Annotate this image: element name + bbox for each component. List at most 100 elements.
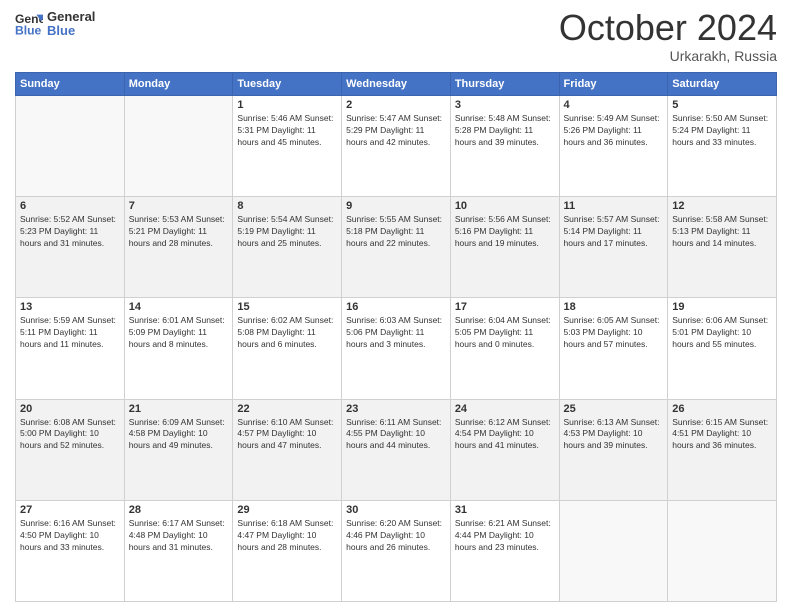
day-info: Sunrise: 6:17 AM Sunset: 4:48 PM Dayligh…: [129, 518, 229, 554]
table-row: 28 Sunrise: 6:17 AM Sunset: 4:48 PM Dayli…: [124, 500, 233, 601]
day-number: 20: [20, 403, 120, 415]
col-thursday: Thursday: [450, 73, 559, 96]
logo-general: General: [47, 10, 95, 24]
day-info: Sunrise: 6:10 AM Sunset: 4:57 PM Dayligh…: [237, 417, 337, 453]
day-info: Sunrise: 6:06 AM Sunset: 5:01 PM Dayligh…: [672, 315, 772, 351]
table-row: 25 Sunrise: 6:13 AM Sunset: 4:53 PM Dayli…: [559, 399, 668, 500]
table-row: 20 Sunrise: 6:08 AM Sunset: 5:00 PM Dayli…: [16, 399, 125, 500]
day-number: 29: [237, 504, 337, 516]
day-info: Sunrise: 6:13 AM Sunset: 4:53 PM Dayligh…: [564, 417, 664, 453]
day-info: Sunrise: 6:08 AM Sunset: 5:00 PM Dayligh…: [20, 417, 120, 453]
table-row: 30 Sunrise: 6:20 AM Sunset: 4:46 PM Dayli…: [342, 500, 451, 601]
calendar-week-row: 6Sunrise: 5:52 AM Sunset: 5:23 PM Daylig…: [16, 197, 777, 298]
table-row: 5 Sunrise: 5:50 AM Sunset: 5:24 PM Daylig…: [668, 96, 777, 197]
day-info: Sunrise: 5:48 AM Sunset: 5:28 PM Dayligh…: [455, 113, 555, 149]
title-block: October 2024 Urkarakh, Russia: [559, 10, 777, 64]
table-row: 21 Sunrise: 6:09 AM Sunset: 4:58 PM Dayli…: [124, 399, 233, 500]
calendar-header-row: Sunday Monday Tuesday Wednesday Thursday…: [16, 73, 777, 96]
table-row: 19 Sunrise: 6:06 AM Sunset: 5:01 PM Dayli…: [668, 298, 777, 399]
day-info: Sunrise: 5:49 AM Sunset: 5:26 PM Dayligh…: [564, 113, 664, 149]
day-info: Sunrise: 5:57 AM Sunset: 5:14 PM Dayligh…: [564, 214, 664, 250]
calendar-week-row: 1Sunrise: 5:46 AM Sunset: 5:31 PM Daylig…: [16, 96, 777, 197]
day-number: 16: [346, 301, 446, 313]
day-info: Sunrise: 6:16 AM Sunset: 4:50 PM Dayligh…: [20, 518, 120, 554]
table-row: 1Sunrise: 5:46 AM Sunset: 5:31 PM Daylig…: [233, 96, 342, 197]
table-row: 27Sunrise: 6:16 AM Sunset: 4:50 PM Dayli…: [16, 500, 125, 601]
col-tuesday: Tuesday: [233, 73, 342, 96]
logo: General Blue General Blue: [15, 10, 95, 39]
day-number: 11: [564, 200, 664, 212]
table-row: 18 Sunrise: 6:05 AM Sunset: 5:03 PM Dayli…: [559, 298, 668, 399]
table-row: 10Sunrise: 5:56 AM Sunset: 5:16 PM Dayli…: [450, 197, 559, 298]
table-row: 31 Sunrise: 6:21 AM Sunset: 4:44 PM Dayli…: [450, 500, 559, 601]
day-number: 3: [455, 99, 555, 111]
day-number: 31: [455, 504, 555, 516]
day-info: Sunrise: 5:50 AM Sunset: 5:24 PM Dayligh…: [672, 113, 772, 149]
table-row: 3 Sunrise: 5:48 AM Sunset: 5:28 PM Daylig…: [450, 96, 559, 197]
table-row: 6Sunrise: 5:52 AM Sunset: 5:23 PM Daylig…: [16, 197, 125, 298]
col-sunday: Sunday: [16, 73, 125, 96]
day-info: Sunrise: 6:18 AM Sunset: 4:47 PM Dayligh…: [237, 518, 337, 554]
table-row: 15 Sunrise: 6:02 AM Sunset: 5:08 PM Dayli…: [233, 298, 342, 399]
day-info: Sunrise: 6:02 AM Sunset: 5:08 PM Dayligh…: [237, 315, 337, 351]
day-info: Sunrise: 6:20 AM Sunset: 4:46 PM Dayligh…: [346, 518, 446, 554]
calendar-week-row: 13 Sunrise: 5:59 AM Sunset: 5:11 PM Dayli…: [16, 298, 777, 399]
table-row: 11 Sunrise: 5:57 AM Sunset: 5:14 PM Dayli…: [559, 197, 668, 298]
day-number: 21: [129, 403, 229, 415]
table-row: 14 Sunrise: 6:01 AM Sunset: 5:09 PM Dayli…: [124, 298, 233, 399]
day-info: Sunrise: 5:54 AM Sunset: 5:19 PM Dayligh…: [237, 214, 337, 250]
day-number: 4: [564, 99, 664, 111]
day-number: 18: [564, 301, 664, 313]
day-number: 19: [672, 301, 772, 313]
day-number: 30: [346, 504, 446, 516]
day-info: Sunrise: 6:03 AM Sunset: 5:06 PM Dayligh…: [346, 315, 446, 351]
day-info: Sunrise: 6:12 AM Sunset: 4:54 PM Dayligh…: [455, 417, 555, 453]
day-number: 6: [20, 200, 120, 212]
day-number: 13: [20, 301, 120, 313]
table-row: 23 Sunrise: 6:11 AM Sunset: 4:55 PM Dayli…: [342, 399, 451, 500]
table-row: 16 Sunrise: 6:03 AM Sunset: 5:06 PM Dayli…: [342, 298, 451, 399]
day-number: 12: [672, 200, 772, 212]
day-number: 5: [672, 99, 772, 111]
day-info: Sunrise: 6:15 AM Sunset: 4:51 PM Dayligh…: [672, 417, 772, 453]
table-row: 13 Sunrise: 5:59 AM Sunset: 5:11 PM Dayli…: [16, 298, 125, 399]
table-row: 2Sunrise: 5:47 AM Sunset: 5:29 PM Daylig…: [342, 96, 451, 197]
day-info: Sunrise: 6:11 AM Sunset: 4:55 PM Dayligh…: [346, 417, 446, 453]
day-number: 24: [455, 403, 555, 415]
col-wednesday: Wednesday: [342, 73, 451, 96]
table-row: 7Sunrise: 5:53 AM Sunset: 5:21 PM Daylig…: [124, 197, 233, 298]
logo-icon: General Blue: [15, 10, 43, 38]
table-row: 9Sunrise: 5:55 AM Sunset: 5:18 PM Daylig…: [342, 197, 451, 298]
day-info: Sunrise: 6:09 AM Sunset: 4:58 PM Dayligh…: [129, 417, 229, 453]
table-row: [559, 500, 668, 601]
col-saturday: Saturday: [668, 73, 777, 96]
calendar-table: Sunday Monday Tuesday Wednesday Thursday…: [15, 72, 777, 602]
day-number: 25: [564, 403, 664, 415]
location: Urkarakh, Russia: [559, 48, 777, 64]
day-info: Sunrise: 5:55 AM Sunset: 5:18 PM Dayligh…: [346, 214, 446, 250]
col-friday: Friday: [559, 73, 668, 96]
calendar-week-row: 27Sunrise: 6:16 AM Sunset: 4:50 PM Dayli…: [16, 500, 777, 601]
day-number: 15: [237, 301, 337, 313]
table-row: [668, 500, 777, 601]
day-info: Sunrise: 6:21 AM Sunset: 4:44 PM Dayligh…: [455, 518, 555, 554]
day-number: 26: [672, 403, 772, 415]
day-info: Sunrise: 5:58 AM Sunset: 5:13 PM Dayligh…: [672, 214, 772, 250]
day-info: Sunrise: 6:01 AM Sunset: 5:09 PM Dayligh…: [129, 315, 229, 351]
table-row: 26 Sunrise: 6:15 AM Sunset: 4:51 PM Dayli…: [668, 399, 777, 500]
day-number: 23: [346, 403, 446, 415]
day-info: Sunrise: 5:59 AM Sunset: 5:11 PM Dayligh…: [20, 315, 120, 351]
day-number: 17: [455, 301, 555, 313]
day-info: Sunrise: 6:05 AM Sunset: 5:03 PM Dayligh…: [564, 315, 664, 351]
day-number: 28: [129, 504, 229, 516]
day-info: Sunrise: 5:56 AM Sunset: 5:16 PM Dayligh…: [455, 214, 555, 250]
table-row: 17Sunrise: 6:04 AM Sunset: 5:05 PM Dayli…: [450, 298, 559, 399]
day-number: 2: [346, 99, 446, 111]
calendar-week-row: 20 Sunrise: 6:08 AM Sunset: 5:00 PM Dayli…: [16, 399, 777, 500]
day-info: Sunrise: 5:46 AM Sunset: 5:31 PM Dayligh…: [237, 113, 337, 149]
day-number: 14: [129, 301, 229, 313]
table-row: [124, 96, 233, 197]
page: General Blue General Blue October 2024 U…: [0, 0, 792, 612]
table-row: 8Sunrise: 5:54 AM Sunset: 5:19 PM Daylig…: [233, 197, 342, 298]
table-row: 12 Sunrise: 5:58 AM Sunset: 5:13 PM Dayli…: [668, 197, 777, 298]
